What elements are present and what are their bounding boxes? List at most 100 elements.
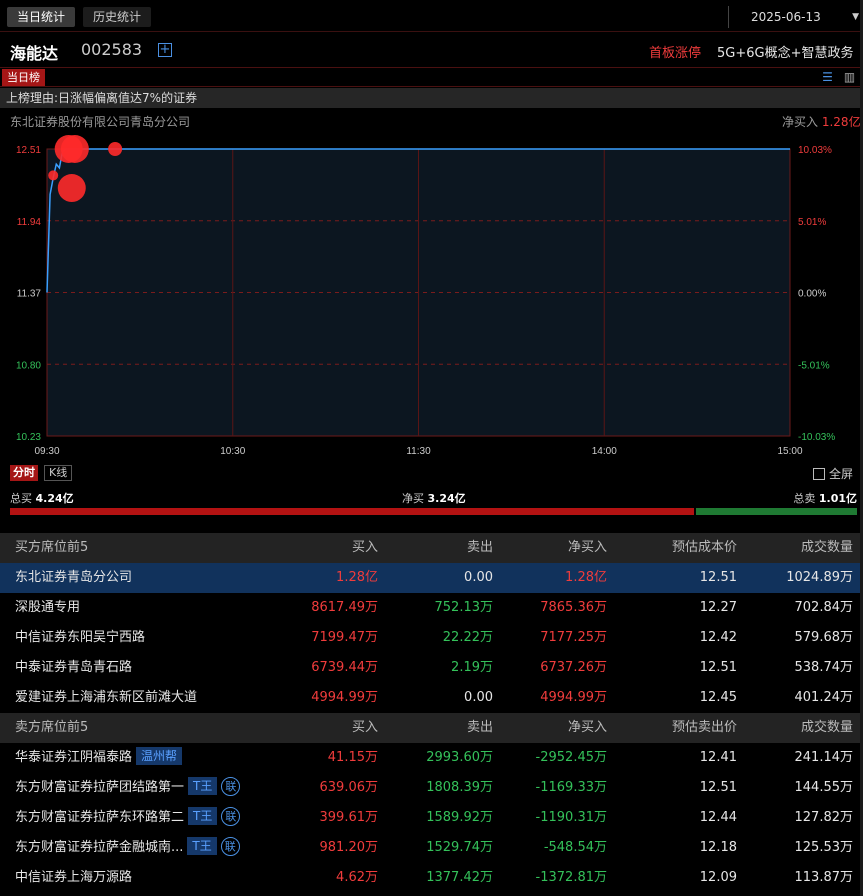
header-net[interactable]: 净买入 xyxy=(568,713,607,743)
buy-cell: 8617.49万 xyxy=(311,600,378,615)
date-select[interactable]: 2025-06-13 ▼ xyxy=(728,6,863,28)
net-cell: 6737.26万 xyxy=(540,660,607,675)
total-net-value: 3.24亿 xyxy=(427,492,466,505)
seat-tag[interactable]: T王 xyxy=(188,807,218,825)
tab-intraday[interactable]: 分时 xyxy=(10,465,38,481)
y-tick-label-pct: 0.00% xyxy=(798,289,826,300)
list-view-icon[interactable]: ☰ xyxy=(820,70,835,85)
bar-chart-icon[interactable]: ▥ xyxy=(842,70,857,85)
header-volume[interactable]: 成交数量 xyxy=(801,713,853,743)
total-sell-label: 总卖 xyxy=(793,492,816,505)
table-row[interactable]: 东方财富证券拉萨金融城南... T王联 981.20万 1529.74万 -548.54… xyxy=(0,833,863,863)
link-badge-icon[interactable]: 联 xyxy=(221,777,241,796)
tab-history-stats[interactable]: 历史统计 xyxy=(83,7,152,27)
total-buy-value: 4.24亿 xyxy=(35,492,74,505)
stock-code: 002583 xyxy=(81,40,143,59)
total-buy-label: 总买 xyxy=(10,492,32,505)
table-row[interactable]: 深股通专用 8617.49万 752.13万 7865.36万 12.27 702.84万 xyxy=(0,593,863,623)
list-reason: 上榜理由:日涨幅偏离值达7%的证券 xyxy=(0,88,863,108)
price-cell: 12.51 xyxy=(699,660,737,675)
sell-ratio-bar xyxy=(696,508,857,515)
seat-cell: 中信证券东阳吴宁西路 xyxy=(15,623,145,653)
total-net: 净买 3.24亿 xyxy=(402,490,466,506)
daily-list-tag[interactable]: 当日榜 xyxy=(2,69,45,86)
volume-cell: 144.55万 xyxy=(794,780,854,795)
volume-cell: 1024.89万 xyxy=(786,570,853,585)
net-cell: -2952.45万 xyxy=(535,750,607,765)
header-sell[interactable]: 卖出 xyxy=(467,713,493,743)
trade-marker xyxy=(57,174,86,203)
buy-cell: 639.06万 xyxy=(319,780,379,795)
table-row[interactable]: 中信证券东阳吴宁西路 7199.47万 22.22万 7177.25万 12.42 579… xyxy=(0,623,863,653)
header-net[interactable]: 净买入 xyxy=(568,533,607,563)
y-tick-label: 10.23 xyxy=(16,432,41,443)
buy-cell: 1.28亿 xyxy=(336,570,378,585)
seat-cell: 中泰证券青岛青石路 xyxy=(15,653,132,683)
volume-cell: 127.82万 xyxy=(794,810,854,825)
seat-cell: 东北证券青岛分公司 xyxy=(15,563,132,593)
add-watchlist-icon[interactable]: + xyxy=(158,43,172,57)
volume-cell: 579.68万 xyxy=(794,630,854,645)
x-tick-label: 14:00 xyxy=(592,446,617,457)
seat-tag[interactable]: T王 xyxy=(187,837,217,855)
header-sell[interactable]: 卖出 xyxy=(467,533,493,563)
branch-title: 东北证券股份有限公司青岛分公司 xyxy=(10,115,191,129)
net-cell: 7177.25万 xyxy=(540,630,607,645)
y-tick-label: 12.51 xyxy=(16,145,41,156)
table-row[interactable]: 爱建证券上海浦东新区前滩大道 4994.99万 0.00 4994.99万 12.45 4… xyxy=(0,683,863,713)
concept-tags[interactable]: 5G+6G概念+智慧政务 xyxy=(717,42,863,61)
y-tick-label-pct: -10.03% xyxy=(798,432,835,443)
net-cell: 1.28亿 xyxy=(565,570,607,585)
y-tick-label: 11.37 xyxy=(17,289,42,300)
x-tick-label: 10:30 xyxy=(220,446,245,457)
x-tick-label: 15:00 xyxy=(777,446,802,457)
table-row[interactable]: 东北证券青岛分公司 1.28亿 0.00 1.28亿 12.51 1024.89万 xyxy=(0,563,863,593)
header-price[interactable]: 预估成本价 xyxy=(672,533,737,563)
totals-bar: 总买 4.24亿 净买 3.24亿 总卖 1.01亿 xyxy=(0,488,863,518)
sell-cell: 1589.92万 xyxy=(426,810,493,825)
table-row[interactable]: 中泰证券青岛青石路 6739.44万 2.19万 6737.26万 12.51 538.7… xyxy=(0,653,863,683)
tab-today-stats[interactable]: 当日统计 xyxy=(7,7,76,27)
net-buy-label: 净买入 xyxy=(782,115,819,129)
seat-name: 东方财富证券拉萨金融城南... xyxy=(15,840,184,855)
seat-cell: 东方财富证券拉萨团结路第一 T王联 xyxy=(15,773,241,803)
y-tick-label-pct: 10.03% xyxy=(798,145,832,156)
seat-cell: 东方财富证券拉萨金融城南... T王联 xyxy=(15,833,240,863)
header-volume[interactable]: 成交数量 xyxy=(801,533,853,563)
header-seat: 卖方席位前5 xyxy=(15,720,89,735)
price-cell: 12.41 xyxy=(699,750,737,765)
net-cell: 4994.99万 xyxy=(540,690,607,705)
table-row[interactable]: 华泰证券江阴福泰路 温州帮 41.15万 2993.60万 -2952.45万 12.41… xyxy=(0,743,863,773)
seat-cell: 深股通专用 xyxy=(15,593,80,623)
y-tick-label: 10.80 xyxy=(16,360,41,371)
seat-cell: 东方财富证券拉萨东环路第二 T王联 xyxy=(15,803,241,833)
total-sell-value: 1.01亿 xyxy=(818,492,857,505)
total-sell: 总卖 1.01亿 xyxy=(793,490,857,506)
link-badge-icon[interactable]: 联 xyxy=(220,837,240,856)
price-cell: 12.51 xyxy=(699,780,737,795)
tab-kline[interactable]: K线 xyxy=(44,465,73,481)
seat-cell: 中信证券上海万源路 xyxy=(15,863,132,893)
seat-name: 东方财富证券拉萨团结路第一 xyxy=(15,780,185,795)
table-row[interactable]: 东方财富证券拉萨东环路第二 T王联 399.61万 1589.92万 -1190.31万… xyxy=(0,803,863,833)
buy-cell: 7199.47万 xyxy=(311,630,378,645)
header-price[interactable]: 预估卖出价 xyxy=(672,713,737,743)
sell-cell: 22.22万 xyxy=(442,630,493,645)
table-row[interactable]: 东方财富证券拉萨团结路第一 T王联 639.06万 1808.39万 -1169.33万… xyxy=(0,773,863,803)
header-seat: 买方席位前5 xyxy=(15,540,89,555)
seat-tag[interactable]: T王 xyxy=(188,777,218,795)
link-badge-icon[interactable]: 联 xyxy=(221,807,241,826)
fullscreen-button[interactable]: 全屏 xyxy=(813,465,853,482)
header-buy[interactable]: 买入 xyxy=(352,533,378,563)
top-bar: 当日统计 历史统计 2025-06-13 ▼ xyxy=(0,0,863,32)
buy-cell: 981.20万 xyxy=(319,840,379,855)
sell-cell: 1808.39万 xyxy=(426,780,493,795)
seat-cell: 爱建证券上海浦东新区前滩大道 xyxy=(15,683,197,713)
seat-tag[interactable]: 温州帮 xyxy=(136,747,183,765)
total-net-label: 净买 xyxy=(402,492,424,505)
header-buy[interactable]: 买入 xyxy=(352,713,378,743)
intraday-chart[interactable]: 12.51 10.03% 11.94 5.01% 11.37 0.00% 10.80 -5.0… xyxy=(0,130,863,460)
net-cell: -1190.31万 xyxy=(535,810,607,825)
buy-cell: 399.61万 xyxy=(319,810,379,825)
table-row[interactable]: 中信证券上海万源路 4.62万 1377.42万 -1372.81万 12.09 113.… xyxy=(0,863,863,893)
